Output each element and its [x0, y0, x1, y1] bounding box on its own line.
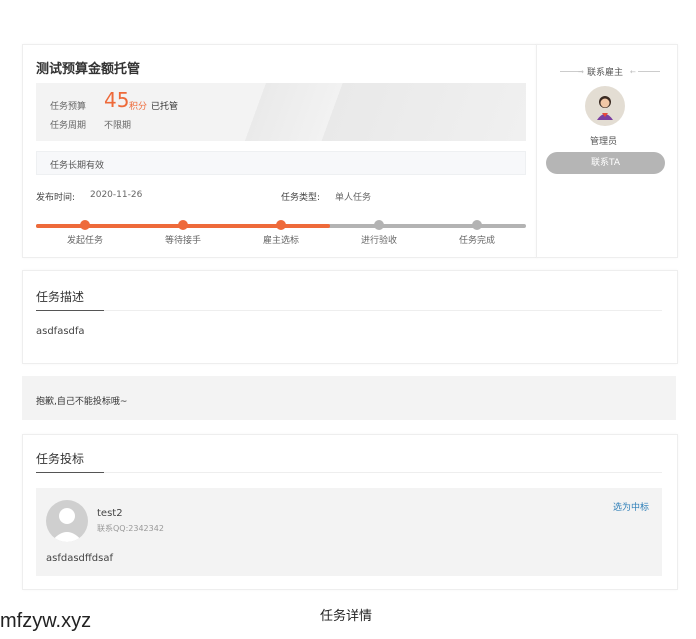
budget-amount: 45 [104, 88, 130, 112]
progress-step-dot [80, 220, 90, 230]
budget-unit: 积分 [129, 102, 148, 112]
description-title: 任务描述 [36, 290, 85, 304]
progress-step-dot [276, 220, 286, 230]
progress-step-label: 等待接手 [164, 236, 201, 246]
task-title: 测试预算金额托管 [36, 62, 141, 77]
employer-avatar[interactable] [585, 86, 625, 126]
watermark: mfzyw.xyz [0, 610, 92, 632]
page-caption: 任务详情 [320, 609, 373, 624]
progress-step-label: 任务完成 [458, 236, 495, 246]
bids-divider [104, 472, 662, 473]
bidder-username: test2 [97, 508, 123, 519]
budget-status: 已托管 [151, 102, 179, 112]
employer-header: 联系雇主 [587, 68, 624, 78]
type-value: 单人任务 [335, 193, 372, 203]
notice-box [36, 151, 526, 175]
publish-label: 发布时间: [36, 193, 76, 203]
bid-content: asfdasdffdsaf [46, 553, 113, 564]
superhero-avatar-icon [597, 96, 613, 120]
description-content: asdfasdfa [36, 326, 85, 337]
arrow-left-icon: ← [630, 68, 636, 76]
arrow-right-icon: → [578, 68, 584, 76]
progress-step-label: 发起任务 [66, 236, 103, 246]
progress-step-dot [472, 220, 482, 230]
progress-step-label: 雇主选标 [262, 236, 299, 246]
type-label: 任务类型: [281, 193, 321, 203]
description-title-underline [36, 310, 104, 311]
description-divider [104, 310, 662, 311]
bids-title: 任务投标 [36, 452, 85, 466]
progress-step-dot [178, 220, 188, 230]
bids-title-underline [36, 472, 104, 473]
default-user-icon [51, 508, 83, 542]
publish-date: 2020-11-26 [90, 190, 143, 200]
bidder-avatar[interactable] [46, 500, 88, 542]
select-winner-link[interactable]: 选为中标 [613, 500, 649, 513]
bid-notice-text: 抱歉,自己不能投标哦~ [36, 397, 128, 407]
employer-header-line-right [638, 71, 660, 72]
notice-text: 任务长期有效 [50, 161, 105, 171]
period-value: 不限期 [104, 121, 132, 131]
progress-step-dot [374, 220, 384, 230]
employer-name: 管理员 [590, 137, 618, 147]
budget-label: 任务预算 [50, 102, 87, 112]
progress-step-label: 进行验收 [360, 236, 397, 246]
description-card [22, 270, 678, 364]
bidder-qq: 联系QQ:2342342 [97, 524, 164, 533]
period-label: 任务周期 [50, 121, 87, 131]
contact-employer-button[interactable]: 联系TA [546, 152, 665, 174]
